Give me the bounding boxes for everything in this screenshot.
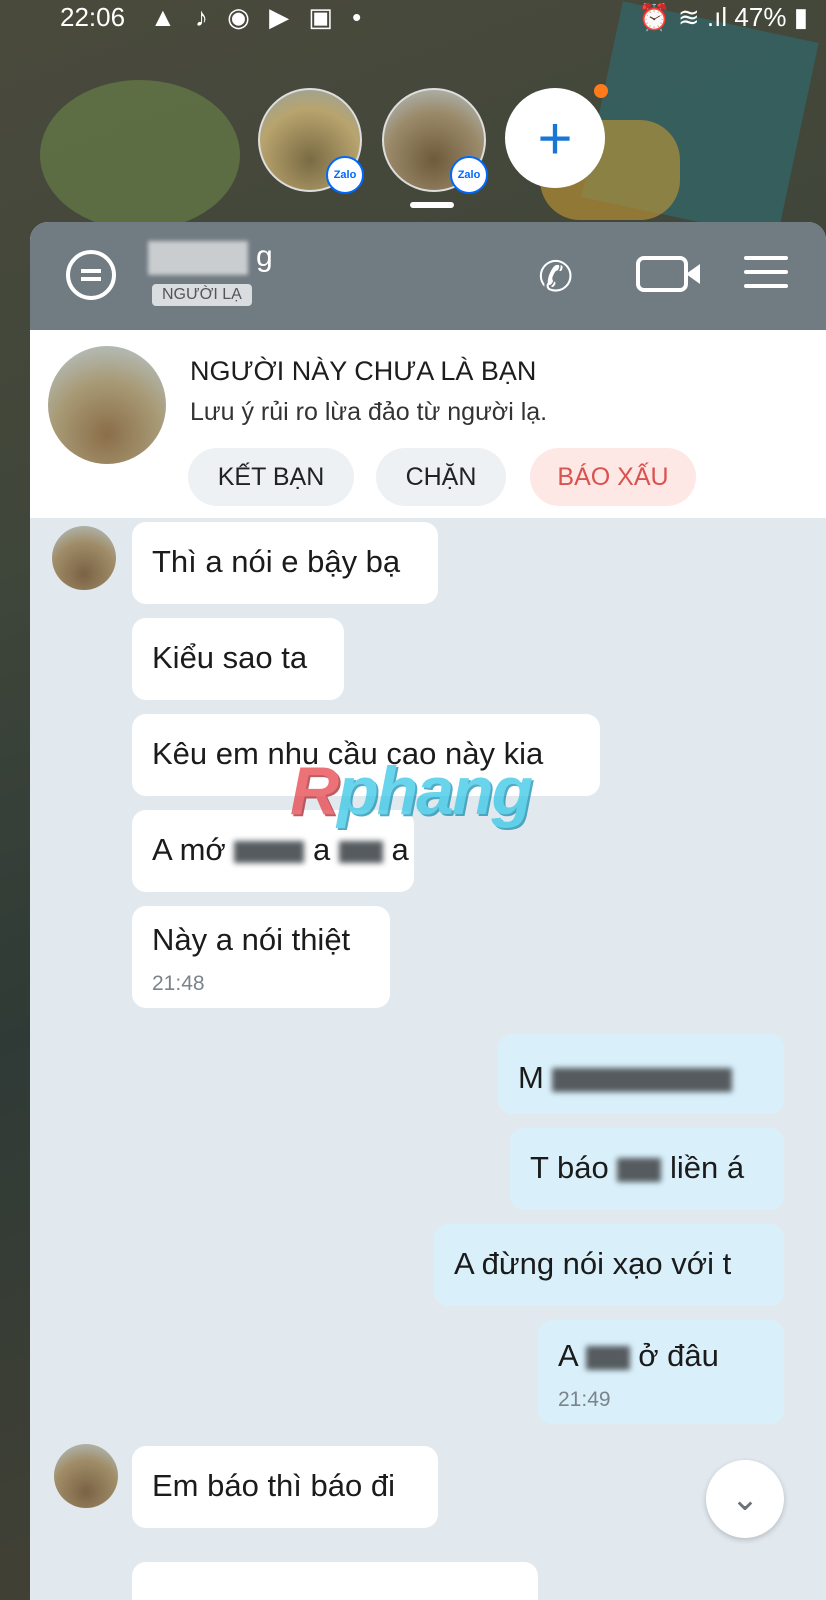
chat-head-avatar[interactable]: Zalo [258, 88, 364, 194]
message-text: Thì a nói e bậy bạ [152, 544, 401, 579]
blurred-text [338, 840, 383, 863]
message-text-start: M [518, 1060, 544, 1095]
report-button[interactable]: BÁO XẤU [530, 448, 696, 506]
contact-name: g [148, 240, 273, 276]
message-text: A ở đâu [558, 1338, 719, 1374]
blurred-text [585, 1345, 630, 1370]
message-bubble[interactable]: Thì a nói e bậy bạ [132, 522, 438, 604]
stranger-badge: NGƯỜI LẠ [152, 284, 252, 306]
chat-panel: g NGƯỜI LẠ ✆ NGƯỜI NÀY CHƯA LÀ BẠN Lưu ý… [30, 222, 826, 1600]
block-button[interactable]: CHẶN [376, 448, 506, 506]
system-icons: ⏰ ≋ .ıl [638, 2, 728, 32]
chat-header: g NGƯỜI LẠ ✆ [30, 222, 826, 330]
add-chat-head-button[interactable]: + [505, 88, 605, 188]
notification-dot [594, 84, 608, 98]
chat-head-avatar[interactable]: Zalo [382, 88, 488, 194]
stranger-title: NGƯỜI NÀY CHƯA LÀ BẠN [190, 356, 537, 386]
message-bubble[interactable]: Này a nói thiệt 21:48 [132, 906, 390, 1008]
message-text-end: ở đâu [638, 1338, 719, 1373]
stranger-warning-card: NGƯỜI NÀY CHƯA LÀ BẠN Lưu ý rủi ro lừa đ… [30, 330, 826, 518]
blurred-text [617, 1157, 662, 1182]
scroll-down-button[interactable]: ⌄ [706, 1460, 784, 1538]
message-bubble[interactable]: Em báo thì báo đi [132, 1446, 438, 1528]
message-text-end: liền á [669, 1150, 745, 1185]
message-bubble[interactable]: Kiểu sao ta [132, 618, 344, 700]
zalo-badge: Zalo [450, 156, 488, 194]
message-text: T báo liền á [530, 1150, 744, 1186]
message-text: A đừng nói xạo với t [454, 1246, 732, 1281]
message-bubble-mine[interactable]: M [498, 1034, 784, 1114]
contact-name-suffix: g [256, 240, 273, 273]
stranger-subtitle: Lưu ý rủi ro lừa đảo từ người lạ. [190, 398, 548, 426]
video-call-icon[interactable] [636, 256, 688, 292]
message-bubble-mine[interactable]: A đừng nói xạo với t [434, 1224, 784, 1306]
message-text: Kiểu sao ta [152, 640, 308, 675]
message-text-end: a [391, 832, 409, 867]
message-time: 21:49 [558, 1388, 611, 1411]
message-text: M [518, 1060, 733, 1096]
sender-avatar[interactable] [52, 526, 116, 590]
status-bar: 22:06 ▲ ♪ ◉ ▶ ▣ • ⏰ ≋ .ıl 47% ▮ [0, 0, 826, 36]
add-friend-button[interactable]: KẾT BẠN [188, 448, 354, 506]
sender-avatar[interactable] [54, 1444, 118, 1508]
message-text-start: T báo [530, 1150, 609, 1185]
message-bubble-mine[interactable]: A ở đâu 21:49 [538, 1320, 784, 1424]
message-text-start: A [558, 1338, 577, 1373]
chat-bubble-icon[interactable] [66, 250, 116, 300]
watermark-logo: Rphang [290, 752, 533, 830]
watermark-rest: phang [337, 753, 533, 829]
chevron-down-icon: ⌄ [730, 1480, 760, 1518]
phone-call-icon[interactable]: ✆ [538, 252, 573, 301]
zalo-badge: Zalo [326, 156, 364, 194]
message-text: Này a nói thiệt [152, 922, 351, 957]
watermark-first: R [290, 753, 339, 829]
chat-heads-bar: Zalo Zalo + [0, 80, 826, 220]
plus-icon: + [537, 104, 573, 172]
notification-icons: ▲ ♪ ◉ ▶ ▣ • [150, 2, 368, 32]
menu-icon[interactable] [744, 256, 788, 298]
status-right: ⏰ ≋ .ıl 47% ▮ [638, 2, 808, 33]
message-text-start: A mớ [152, 832, 226, 867]
message-bubble-partial[interactable] [132, 1562, 538, 1600]
blurred-text [552, 1067, 733, 1092]
contact-avatar[interactable] [48, 346, 166, 464]
active-head-indicator [410, 202, 454, 208]
message-text: Em báo thì báo đi [152, 1468, 395, 1503]
blurred-name [148, 241, 248, 276]
battery-icon: ▮ [793, 2, 808, 32]
blurred-text [234, 840, 305, 863]
message-text-mid: a [312, 832, 331, 867]
message-time: 21:48 [152, 972, 205, 995]
message-bubble-mine[interactable]: T báo liền á [510, 1128, 784, 1210]
message-text: A mớ a a [152, 832, 409, 868]
status-time: 22:06 [60, 2, 126, 32]
battery-level: 47% [734, 2, 787, 32]
